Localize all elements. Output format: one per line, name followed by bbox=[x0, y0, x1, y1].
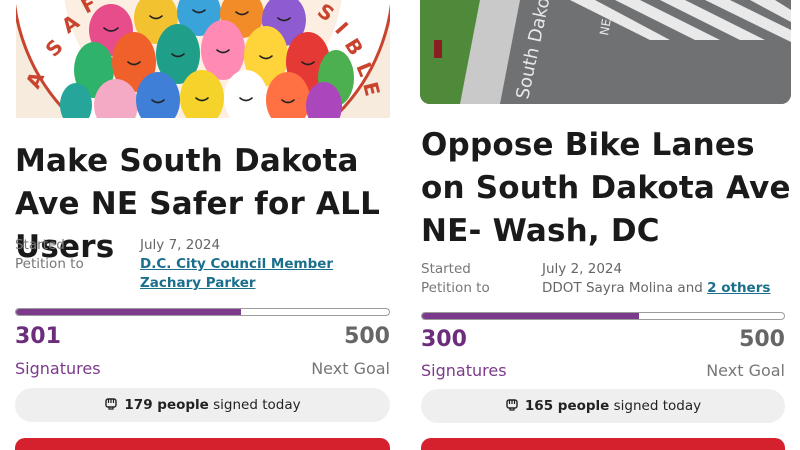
signed-today-pill: 165 people signed today bbox=[421, 389, 785, 423]
petition-hero-image[interactable]: South Dakota Ave NE bbox=[420, 0, 791, 104]
signature-progress-fill bbox=[16, 309, 241, 315]
petition-to-label: Petition to bbox=[421, 280, 490, 296]
signed-today-count: 165 people bbox=[524, 398, 610, 414]
started-label: Started bbox=[421, 261, 471, 277]
signature-progress-fill bbox=[422, 313, 640, 319]
goal-count: 500 bbox=[739, 327, 785, 352]
petition-target-text: DDOT Sayra Molina and bbox=[542, 280, 703, 296]
signature-progress-bar bbox=[421, 312, 785, 320]
petition-to-label: Petition to bbox=[15, 256, 84, 272]
signature-progress-bar bbox=[15, 308, 390, 316]
signed-today-count: 179 people bbox=[124, 397, 209, 413]
petition-meta: Started July 7, 2024 Petition to D.C. Ci… bbox=[15, 236, 395, 296]
sign-petition-button[interactable] bbox=[421, 438, 785, 450]
next-goal-label: Next Goal bbox=[706, 361, 785, 380]
fist-raised-icon bbox=[104, 396, 118, 414]
street-photo: South Dakota Ave NE bbox=[420, 0, 791, 104]
goal-count: 500 bbox=[344, 324, 390, 349]
sign-petition-button[interactable] bbox=[15, 438, 390, 450]
colorful-faces-illustration: A S A F S I B L E bbox=[16, 0, 390, 118]
petition-hero-image[interactable]: A S A F S I B L E bbox=[16, 0, 390, 118]
signature-count: 301 bbox=[15, 324, 61, 349]
signatures-label: Signatures bbox=[15, 359, 101, 378]
fire-hydrant bbox=[434, 40, 442, 58]
signature-count: 300 bbox=[421, 327, 467, 352]
started-date: July 2, 2024 bbox=[542, 261, 623, 277]
fist-raised-icon bbox=[505, 397, 519, 415]
started-date: July 7, 2024 bbox=[140, 237, 221, 253]
started-label: Started bbox=[15, 237, 65, 253]
petition-meta: Started July 2, 2024 Petition to DDOT Sa… bbox=[421, 260, 796, 304]
road-sign-suffix: NE bbox=[597, 18, 614, 37]
petition-title[interactable]: Oppose Bike Lanes on South Dakota Ave NE… bbox=[421, 124, 793, 253]
signed-today-suffix: signed today bbox=[613, 398, 702, 414]
signed-today-pill: 179 people signed today bbox=[15, 388, 390, 422]
signed-today-suffix: signed today bbox=[213, 397, 301, 413]
petition-target-others-link[interactable]: 2 others bbox=[707, 280, 770, 296]
signatures-label: Signatures bbox=[421, 361, 507, 380]
next-goal-label: Next Goal bbox=[311, 359, 390, 378]
petition-target-link[interactable]: D.C. City Council Member Zachary Parker bbox=[140, 256, 333, 291]
